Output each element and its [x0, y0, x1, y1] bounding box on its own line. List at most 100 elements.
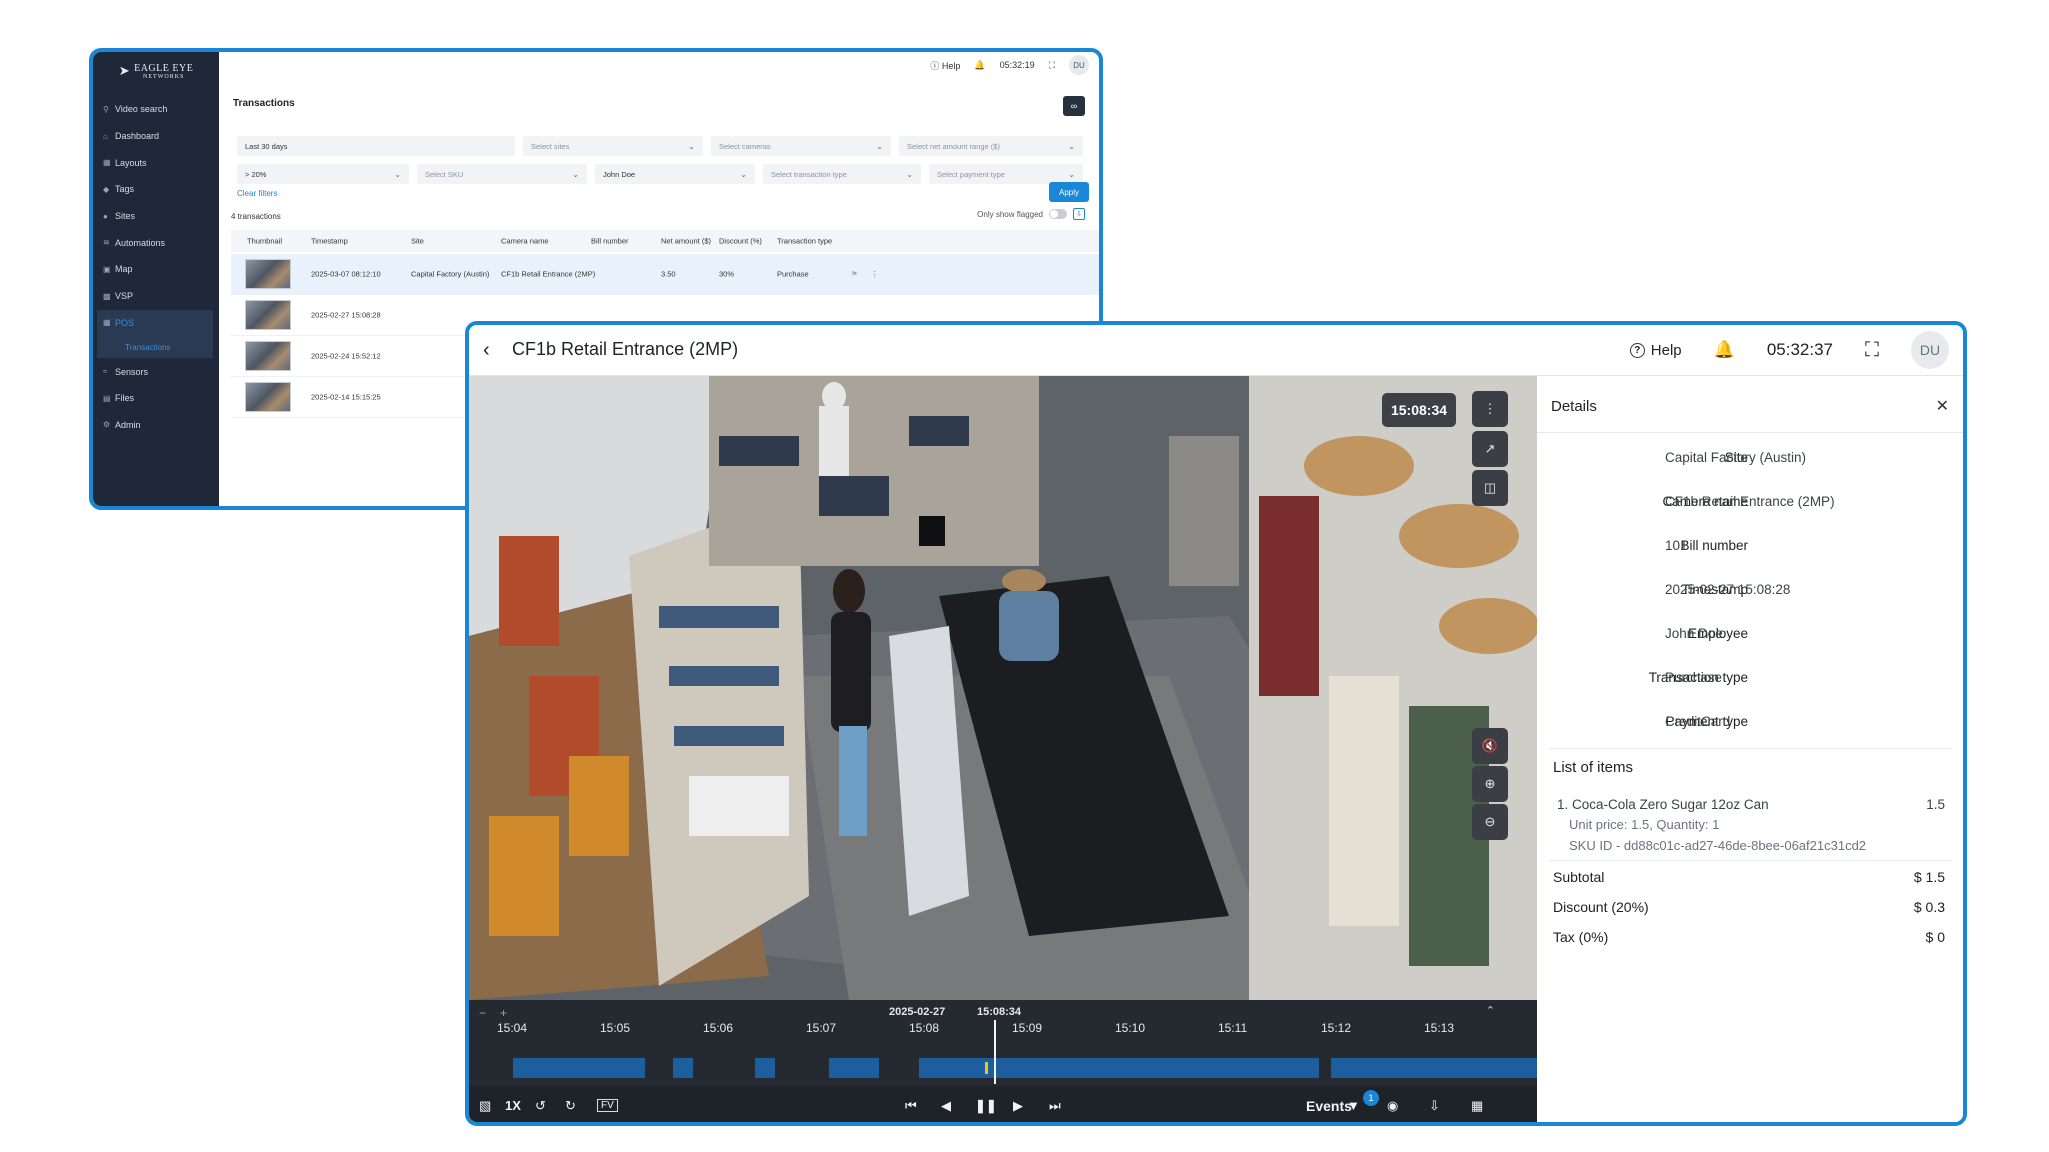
avatar[interactable]: DU	[1069, 55, 1089, 75]
sidebar-item-vsp[interactable]: ▩ VSP	[93, 283, 219, 310]
sidebar-item-automations[interactable]: ≋ Automations	[93, 229, 219, 256]
timeline-date: 2025-02-27	[889, 1006, 946, 1018]
col-camera-name[interactable]: Camera name	[501, 237, 549, 246]
recording-segment[interactable]	[1331, 1058, 1537, 1078]
col-transaction-type[interactable]: Transaction type	[777, 237, 832, 246]
cameras-filter[interactable]: Select cameras ⌄	[711, 136, 891, 156]
fullscreen-icon[interactable]: ⛶	[1865, 339, 1879, 362]
speed-button[interactable]: 1X	[505, 1098, 521, 1113]
link-button[interactable]: ∞	[1063, 96, 1085, 116]
camera-window: ‹ CF1b Retail Entrance (2MP) ? Help 🔔 05:…	[465, 321, 1967, 1126]
sidebar-subitem-transactions[interactable]: Transactions	[97, 336, 213, 359]
col-net-amount[interactable]: Net amount ($)	[661, 237, 711, 246]
collapse-timeline-icon[interactable]: ⌃	[1486, 1004, 1495, 1017]
recording-segment[interactable]	[755, 1058, 775, 1078]
only-flagged-toggle[interactable]	[1049, 209, 1067, 219]
payment-type-filter[interactable]: Select payment type ⌄	[929, 164, 1083, 184]
timeline-zoom-controls[interactable]: −+	[479, 1006, 521, 1020]
apply-button[interactable]: Apply	[1049, 182, 1089, 202]
download-icon[interactable]: ⇩	[1429, 1098, 1440, 1114]
table-row[interactable]: 2025-03-07 08:12:10 Capital Factory (Aus…	[231, 254, 1099, 295]
help-link[interactable]: ? Help	[1629, 342, 1682, 359]
fv-button[interactable]: FV	[597, 1099, 618, 1112]
step-back-icon[interactable]: ◀	[941, 1098, 951, 1114]
sidebar-item-sensors[interactable]: ≈ Sensors	[93, 358, 219, 385]
help-icon: ?	[1629, 342, 1645, 358]
thumbnail-image[interactable]	[245, 300, 291, 330]
event-marker[interactable]	[985, 1062, 988, 1074]
transaction-type-filter[interactable]: Select transaction type ⌄	[763, 164, 921, 184]
thumbnail-image[interactable]	[245, 259, 291, 289]
employee-filter[interactable]: John Doe ⌄	[595, 164, 755, 184]
thumbnail-image[interactable]	[245, 382, 291, 412]
location-icon: ●	[103, 211, 108, 221]
camera-snapshot-icon[interactable]: ◉	[1387, 1098, 1398, 1114]
video-player[interactable]: 15:08:34 ⋮ ↗ ◫ 🔇 ⊕ ⊖	[469, 376, 1537, 1000]
rewind-icon[interactable]: ↺	[535, 1098, 546, 1114]
export-icon[interactable]: ⇩	[1073, 208, 1085, 220]
recording-segment[interactable]	[829, 1058, 879, 1078]
back-arrow-icon[interactable]: ‹	[483, 339, 490, 362]
details-title: Details	[1551, 398, 1597, 415]
net-amount-filter[interactable]: Select net amount range ($) ⌄	[899, 136, 1083, 156]
sidebar-item-layouts[interactable]: ▦ Layouts	[93, 149, 219, 176]
events-button[interactable]: Events	[1306, 1098, 1352, 1114]
recording-segment[interactable]	[673, 1058, 693, 1078]
close-icon[interactable]: ✕	[1936, 396, 1949, 416]
playback-controls: ▧ 1X ↺ ↻ FV ⏮ ◀ ❚❚ ▶ ⏭ Events ▼ 1 ◉ ⇩ ▦	[469, 1086, 1537, 1122]
forward-icon[interactable]: ↻	[565, 1098, 576, 1114]
sidebar-item-map[interactable]: ▣ Map	[93, 256, 219, 283]
bell-icon[interactable]: 🔔	[974, 60, 985, 71]
pause-icon[interactable]: ❚❚	[975, 1098, 997, 1114]
clip-icon[interactable]: ▧	[479, 1098, 491, 1114]
step-forward-icon[interactable]: ▶	[1013, 1098, 1023, 1114]
clear-filters-link[interactable]: Clear filters	[237, 189, 277, 198]
sku-filter[interactable]: Select SKU ⌄	[417, 164, 587, 184]
split-view-icon[interactable]: ◫	[1472, 470, 1508, 506]
timeline-tick: 15:05	[600, 1021, 631, 1035]
playhead[interactable]	[994, 1020, 996, 1084]
bell-icon[interactable]: 🔔	[1714, 340, 1735, 360]
zoom-in-icon[interactable]: ⊕	[1472, 766, 1508, 802]
col-site[interactable]: Site	[411, 237, 424, 246]
timeline-tick: 15:04	[497, 1021, 528, 1035]
zoom-out-icon[interactable]: ⊖	[1472, 804, 1508, 840]
avatar[interactable]: DU	[1911, 331, 1949, 369]
col-timestamp[interactable]: Timestamp	[311, 237, 348, 246]
discount-filter[interactable]: > 20% ⌄	[237, 164, 409, 184]
sidebar-item-admin[interactable]: ⚙ Admin	[93, 412, 219, 439]
chevron-down-icon: ⌄	[1068, 169, 1075, 179]
more-options-icon[interactable]: ⋮	[1472, 391, 1508, 427]
sidebar-item-files[interactable]: ▤ Files	[93, 385, 219, 412]
filter-icon[interactable]: ▼	[1347, 1098, 1360, 1113]
calendar-icon[interactable]: ▦	[1471, 1098, 1483, 1114]
sidebar-item-pos[interactable]: ▦ POS	[97, 309, 213, 337]
fullscreen-icon[interactable]: ⛶	[1049, 60, 1055, 71]
col-thumbnail[interactable]: Thumbnail	[247, 237, 282, 246]
open-external-icon[interactable]: ↗	[1472, 431, 1508, 467]
flag-icon[interactable]: ⚑	[851, 270, 858, 279]
more-icon[interactable]: ⋮	[871, 270, 879, 279]
timeline-tick: 15:07	[806, 1021, 837, 1035]
mute-icon[interactable]: 🔇	[1472, 728, 1508, 764]
skip-start-icon[interactable]: ⏮	[905, 1098, 917, 1114]
row-discount: 30%	[719, 269, 735, 279]
sidebar-item-dashboard[interactable]: ⌂ Dashboard	[93, 123, 219, 150]
camera-title: CF1b Retail Entrance (2MP)	[512, 339, 739, 359]
help-link[interactable]: ⓘ Help	[930, 59, 960, 72]
item-sku: SKU ID - dd88c01c-ad27-46de-8bee-06af21c…	[1569, 838, 1867, 853]
sidebar-item-video-search[interactable]: ⚲ Video search	[93, 96, 219, 123]
recording-segment[interactable]	[513, 1058, 645, 1078]
skip-end-icon[interactable]: ⏭	[1049, 1098, 1061, 1114]
sidebar-item-sites[interactable]: ● Sites	[93, 203, 219, 230]
clock: 05:32:37	[1766, 340, 1833, 359]
chevron-down-icon: ⌄	[394, 169, 401, 179]
timeline[interactable]: −+ 2025-02-27 15:08:34 ⌃ 15:04 15:05 15:…	[469, 1000, 1537, 1086]
sidebar-item-tags[interactable]: ◆ Tags	[93, 176, 219, 203]
col-discount[interactable]: Discount (%)	[719, 237, 762, 246]
col-bill-number[interactable]: Bill number	[591, 237, 629, 246]
thumbnail-image[interactable]	[245, 341, 291, 371]
date-range-filter[interactable]: Last 30 days	[237, 136, 515, 156]
recording-segment[interactable]	[919, 1058, 1319, 1078]
sites-filter[interactable]: Select sites ⌄	[523, 136, 703, 156]
